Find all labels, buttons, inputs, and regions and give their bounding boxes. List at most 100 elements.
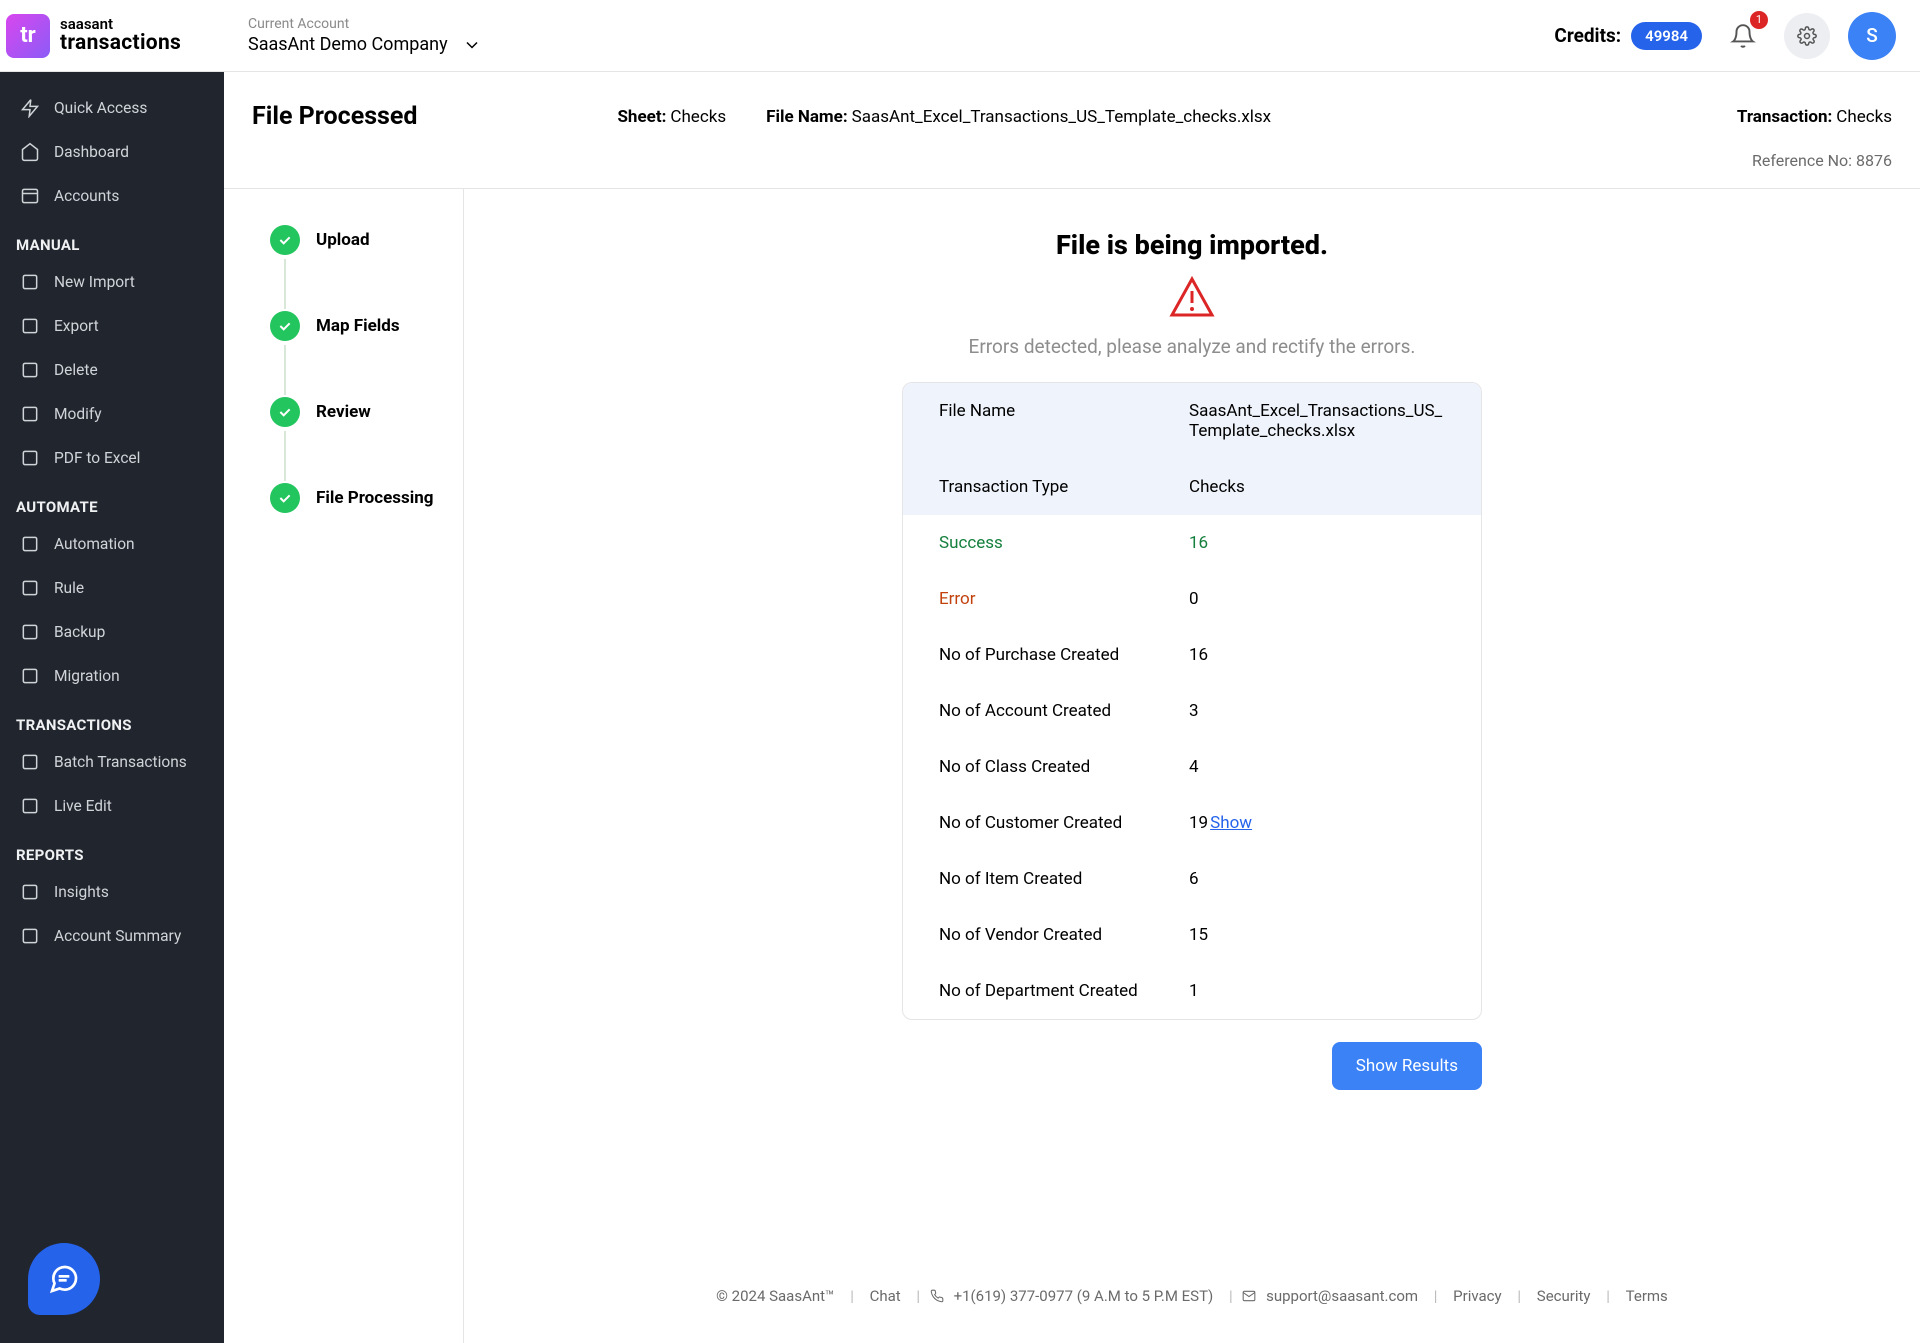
ref-key: Reference No: xyxy=(1752,151,1852,170)
result-row: Error 0 xyxy=(903,571,1481,627)
result-row: No of Purchase Created 16 xyxy=(903,627,1481,683)
footer-email[interactable]: support@saasant.com xyxy=(1266,1287,1418,1305)
sidebar-item-backup[interactable]: Backup xyxy=(0,610,224,654)
step-map-fields: Map Fields xyxy=(270,311,463,341)
nav-icon xyxy=(20,186,40,206)
sidebar-item-new-import[interactable]: New Import xyxy=(0,260,224,304)
credits-label: Credits: xyxy=(1554,24,1621,47)
sidebar-item-account-summary[interactable]: Account Summary xyxy=(0,914,224,958)
logo[interactable]: tr saasant transactions xyxy=(0,14,224,58)
sidebar-item-batch-transactions[interactable]: Batch Transactions xyxy=(0,740,224,784)
user-avatar[interactable]: S xyxy=(1848,12,1896,60)
row-label: File Name xyxy=(939,401,1189,421)
settings-button[interactable] xyxy=(1784,13,1830,59)
nav-icon xyxy=(20,272,40,292)
sidebar-item-accounts[interactable]: Accounts xyxy=(0,174,224,218)
nav-icon xyxy=(20,98,40,118)
chat-icon xyxy=(48,1263,80,1295)
result-panel: File is being imported. Errors detected,… xyxy=(464,189,1920,1343)
sidebar-item-delete[interactable]: Delete xyxy=(0,348,224,392)
main-panel: File Processed Sheet:Checks File Name:Sa… xyxy=(224,72,1920,1343)
footer-privacy[interactable]: Privacy xyxy=(1453,1287,1501,1305)
row-label: No of Vendor Created xyxy=(939,925,1189,945)
result-row: No of Class Created 4 xyxy=(903,739,1481,795)
sidebar-item-label: Rule xyxy=(54,579,84,597)
sidebar-item-quick-access[interactable]: Quick Access xyxy=(0,86,224,130)
nav-icon xyxy=(20,448,40,468)
sidebar-item-insights[interactable]: Insights xyxy=(0,870,224,914)
result-row: No of Department Created 1 xyxy=(903,963,1481,1019)
app-header: tr saasant transactions Current Account … xyxy=(0,0,1920,72)
step-label: Map Fields xyxy=(316,316,400,336)
account-switcher[interactable]: Current Account SaasAnt Demo Company xyxy=(248,16,482,55)
phone-icon xyxy=(930,1289,944,1303)
row-value: 16 xyxy=(1189,533,1445,553)
step-upload: Upload xyxy=(270,225,463,255)
row-value: 1 xyxy=(1189,981,1445,1001)
row-value: 6 xyxy=(1189,869,1445,889)
sidebar-item-live-edit[interactable]: Live Edit xyxy=(0,784,224,828)
ref-value: 8876 xyxy=(1856,151,1892,170)
row-value: 19Show xyxy=(1189,813,1445,833)
page-title: File Processed xyxy=(252,102,417,131)
sidebar-item-label: Automation xyxy=(54,535,135,553)
footer-copyright: © 2024 SaasAnt™ xyxy=(716,1287,834,1305)
check-icon xyxy=(270,483,300,513)
sidebar-item-migration[interactable]: Migration xyxy=(0,654,224,698)
footer: © 2024 SaasAnt™ | Chat | +1(619) 377-097… xyxy=(504,1287,1880,1323)
sidebar-group-reports: REPORTS xyxy=(0,828,224,870)
mail-icon xyxy=(1242,1289,1256,1303)
sidebar-item-label: Insights xyxy=(54,883,109,901)
row-label: No of Purchase Created xyxy=(939,645,1189,665)
sidebar-item-label: PDF to Excel xyxy=(54,449,140,467)
result-table: File Name SaasAnt_Excel_Transactions_US_… xyxy=(902,382,1482,1020)
row-label: Error xyxy=(939,589,1189,609)
nav-icon xyxy=(20,622,40,642)
sheet-value: Checks xyxy=(670,107,726,127)
sheet-key: Sheet: xyxy=(617,107,666,127)
sidebar-item-dashboard[interactable]: Dashboard xyxy=(0,130,224,174)
info-bar: File Processed Sheet:Checks File Name:Sa… xyxy=(224,72,1920,188)
import-heading: File is being imported. xyxy=(1056,229,1328,261)
account-name: SaasAnt Demo Company xyxy=(248,34,448,55)
sidebar-item-pdf-to-excel[interactable]: PDF to Excel xyxy=(0,436,224,480)
warning-icon xyxy=(1168,275,1216,323)
row-label: Transaction Type xyxy=(939,477,1189,497)
show-results-button[interactable]: Show Results xyxy=(1332,1042,1482,1090)
logo-line1: saasant xyxy=(60,17,181,33)
sidebar-group-transactions: TRANSACTIONS xyxy=(0,698,224,740)
result-row: No of Customer Created 19Show xyxy=(903,795,1481,851)
gear-icon xyxy=(1797,26,1817,46)
chat-fab[interactable] xyxy=(28,1243,100,1315)
file-value: SaasAnt_Excel_Transactions_US_Template_c… xyxy=(852,107,1271,127)
footer-phone: +1(619) 377-0977 (9 A.M to 5 P.M EST) xyxy=(954,1287,1214,1305)
row-value: 16 xyxy=(1189,645,1445,665)
row-label: No of Customer Created xyxy=(939,813,1189,833)
row-value: Checks xyxy=(1189,477,1445,497)
nav-icon xyxy=(20,752,40,772)
account-label: Current Account xyxy=(248,16,482,32)
nav-icon xyxy=(20,142,40,162)
credits-badge[interactable]: 49984 xyxy=(1631,22,1702,50)
footer-security[interactable]: Security xyxy=(1537,1287,1591,1305)
sidebar-item-rule[interactable]: Rule xyxy=(0,566,224,610)
result-row: File Name SaasAnt_Excel_Transactions_US_… xyxy=(903,383,1481,459)
sidebar-item-label: Dashboard xyxy=(54,143,129,161)
footer-terms[interactable]: Terms xyxy=(1626,1287,1668,1305)
nav-icon xyxy=(20,316,40,336)
notifications-button[interactable]: 1 xyxy=(1720,13,1766,59)
show-link[interactable]: Show xyxy=(1210,813,1252,833)
file-key: File Name: xyxy=(766,107,848,127)
footer-chat[interactable]: Chat xyxy=(870,1287,901,1305)
txn-key: Transaction: xyxy=(1737,107,1832,127)
sidebar-item-modify[interactable]: Modify xyxy=(0,392,224,436)
sidebar-item-automation[interactable]: Automation xyxy=(0,522,224,566)
nav-icon xyxy=(20,926,40,946)
nav-icon xyxy=(20,360,40,380)
sidebar-item-label: New Import xyxy=(54,273,135,291)
step-label: Review xyxy=(316,402,371,422)
sidebar-item-export[interactable]: Export xyxy=(0,304,224,348)
result-row: No of Account Created 3 xyxy=(903,683,1481,739)
row-label: No of Class Created xyxy=(939,757,1189,777)
check-icon xyxy=(270,397,300,427)
